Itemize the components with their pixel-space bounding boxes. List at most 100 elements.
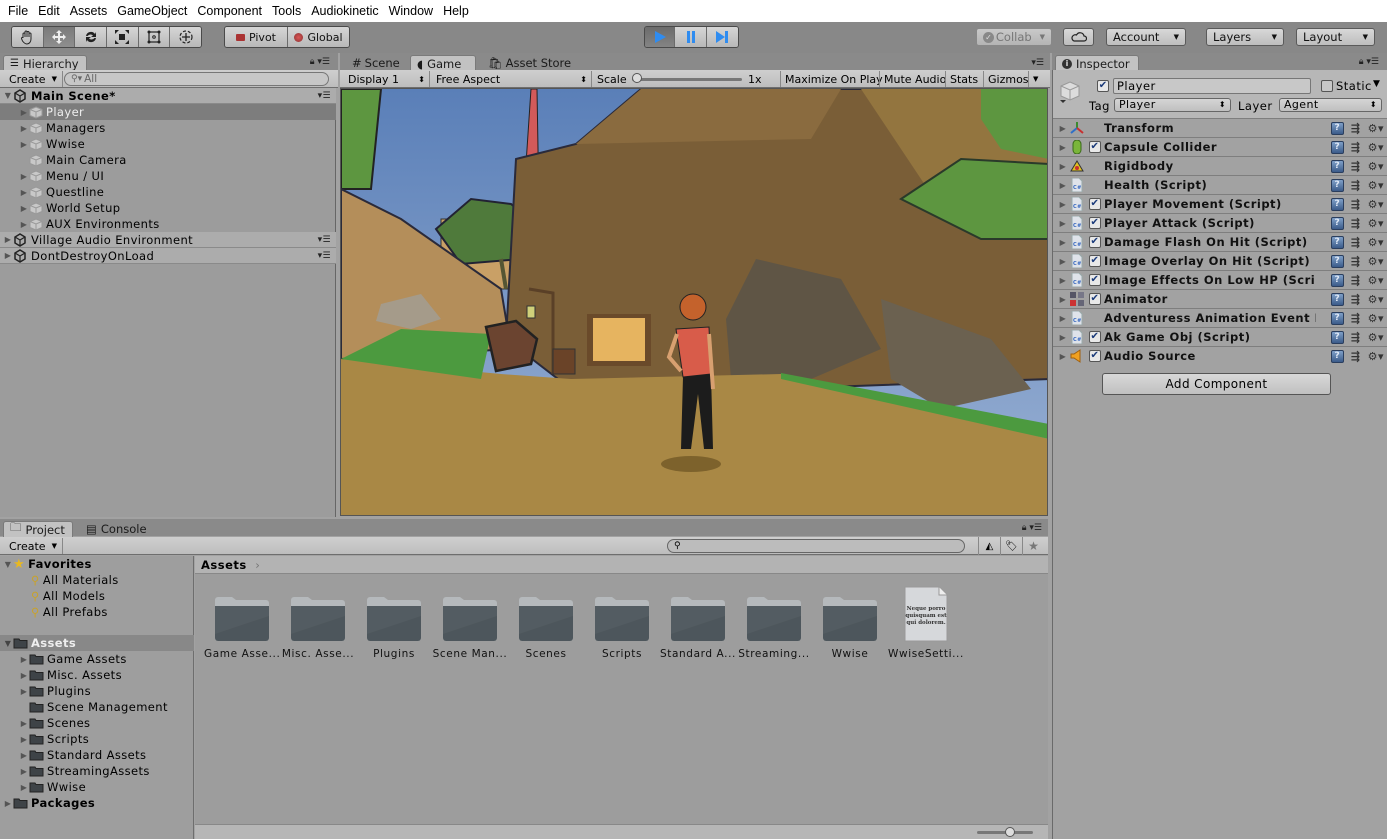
gear-icon[interactable]: ⚙▾ xyxy=(1368,274,1384,287)
assets-root-folder[interactable]: ▼ Assets xyxy=(0,635,194,651)
menu-window[interactable]: Window xyxy=(384,4,438,18)
help-book-icon[interactable]: ? xyxy=(1330,121,1344,135)
add-component-button[interactable]: Add Component xyxy=(1102,373,1331,395)
asset-folder-tile[interactable]: Standard A... xyxy=(660,586,736,660)
gear-icon[interactable]: ⚙▾ xyxy=(1368,255,1384,268)
tab-project[interactable]: 🗀 Project xyxy=(3,520,73,537)
move-tool-button[interactable] xyxy=(43,27,76,47)
pivot-toggle[interactable]: Pivot xyxy=(225,27,288,47)
display-dropdown[interactable]: Display 1 ⬍ xyxy=(344,71,430,87)
play-button[interactable] xyxy=(645,27,676,47)
hierarchy-item-menu-ui[interactable]: ▶ Menu / UI xyxy=(0,168,336,184)
menu-audiokinetic[interactable]: Audiokinetic xyxy=(306,4,383,18)
expand-arrow-icon[interactable]: ▶ xyxy=(3,251,13,260)
gear-icon[interactable]: ⚙▾ xyxy=(1368,141,1384,154)
asset-folder-tile[interactable]: Wwise xyxy=(812,586,888,660)
preset-sliders-icon[interactable]: ⇶ xyxy=(1351,236,1361,249)
asset-folder-tile[interactable]: Scripts xyxy=(584,586,660,660)
help-book-icon[interactable]: ? xyxy=(1330,330,1344,344)
hierarchy-item-questline[interactable]: ▶ Questline xyxy=(0,184,336,200)
expand-arrow-icon[interactable]: ▶ xyxy=(1057,219,1069,228)
object-active-checkbox[interactable]: ✔ xyxy=(1097,80,1109,92)
scene-dontdestroyonload[interactable]: ▶ DontDestroyOnLoad ▾☰ xyxy=(0,248,336,264)
expand-arrow-icon[interactable]: ▼ xyxy=(3,639,13,648)
preset-sliders-icon[interactable]: ⇶ xyxy=(1351,122,1361,135)
tab-asset-store[interactable]: 🛍︎ Asset Store xyxy=(482,55,577,71)
component-enabled-checkbox[interactable]: ✔ xyxy=(1089,331,1101,343)
gear-icon[interactable]: ⚙▾ xyxy=(1368,198,1384,211)
component-enabled-checkbox[interactable]: ✔ xyxy=(1089,293,1101,305)
scene-menu-icon[interactable]: ▾☰ xyxy=(318,251,331,261)
mute-audio-toggle[interactable]: Mute Audio xyxy=(879,71,950,87)
expand-arrow-icon[interactable]: ▶ xyxy=(19,783,29,792)
panel-lock-icon[interactable]: 🔒︎ ▾☰ xyxy=(1359,57,1379,67)
expand-arrow-icon[interactable]: ▶ xyxy=(1057,238,1069,247)
favorite-item[interactable]: ⚲ All Prefabs xyxy=(0,604,194,620)
layout-dropdown[interactable]: Layout ▼ xyxy=(1296,28,1375,46)
help-book-icon[interactable]: ? xyxy=(1330,178,1344,192)
expand-arrow-icon[interactable]: ▶ xyxy=(1057,257,1069,266)
menu-assets[interactable]: Assets xyxy=(65,4,113,18)
help-book-icon[interactable]: ? xyxy=(1330,292,1344,306)
component-header[interactable]: ▶ C# Health (Script)? ⇶ ⚙▾ xyxy=(1053,175,1387,194)
asset-folder-item[interactable]: ▶ Misc. Assets xyxy=(0,667,194,683)
gear-icon[interactable]: ⚙▾ xyxy=(1368,350,1384,363)
expand-arrow-icon[interactable]: ▶ xyxy=(19,687,29,696)
gear-icon[interactable]: ⚙▾ xyxy=(1368,179,1384,192)
hierarchy-create-button[interactable]: Create ▼ xyxy=(4,71,63,87)
account-dropdown[interactable]: Account ▼ xyxy=(1106,28,1186,46)
menu-gameobject[interactable]: GameObject xyxy=(112,4,192,18)
expand-arrow-icon[interactable]: ▶ xyxy=(1057,352,1069,361)
expand-arrow-icon[interactable]: ▶ xyxy=(19,671,29,680)
asset-folder-item[interactable]: ▶ Standard Assets xyxy=(0,747,194,763)
expand-arrow-icon[interactable]: ▶ xyxy=(1057,162,1069,171)
hierarchy-item-main-camera[interactable]: Main Camera xyxy=(0,152,336,168)
global-toggle[interactable]: Global xyxy=(287,27,349,47)
component-header[interactable]: ▶ Transform? ⇶ ⚙▾ xyxy=(1053,118,1387,137)
preset-sliders-icon[interactable]: ⇶ xyxy=(1351,255,1361,268)
hierarchy-search-input[interactable]: ⚲▾ All xyxy=(64,72,329,86)
expand-arrow-icon[interactable]: ▶ xyxy=(3,799,13,808)
panel-lock-icon[interactable]: 🔒︎ ▾☰ xyxy=(1022,523,1042,533)
component-enabled-checkbox[interactable]: ✔ xyxy=(1089,141,1101,153)
component-header[interactable]: ▶ ✔ Capsule Collider? ⇶ ⚙▾ xyxy=(1053,137,1387,156)
breadcrumb-assets[interactable]: Assets xyxy=(201,558,247,572)
preset-sliders-icon[interactable]: ⇶ xyxy=(1351,350,1361,363)
gameobject-large-icon[interactable] xyxy=(1059,80,1081,104)
component-header[interactable]: ▶ C# Adventuress Animation Event Ha? ⇶ ⚙▾ xyxy=(1053,308,1387,327)
expand-arrow-icon[interactable]: ▶ xyxy=(19,172,29,181)
expand-arrow-icon[interactable]: ▶ xyxy=(19,655,29,664)
expand-arrow-icon[interactable]: ▶ xyxy=(19,719,29,728)
component-header[interactable]: ▶ ✔ Audio Source? ⇶ ⚙▾ xyxy=(1053,346,1387,365)
component-header[interactable]: ▶ C# ✔ Image Overlay On Hit (Script)? ⇶ ⚙▾ xyxy=(1053,251,1387,270)
asset-folder-tile[interactable]: Streaming... xyxy=(736,586,812,660)
hand-tool-button[interactable] xyxy=(12,27,44,47)
component-enabled-checkbox[interactable]: ✔ xyxy=(1089,236,1101,248)
expand-arrow-icon[interactable]: ▶ xyxy=(1057,200,1069,209)
static-checkbox[interactable] xyxy=(1321,80,1333,92)
component-enabled-checkbox[interactable]: ✔ xyxy=(1089,255,1101,267)
help-book-icon[interactable]: ? xyxy=(1330,235,1344,249)
asset-folder-tile[interactable]: Scenes xyxy=(508,586,584,660)
expand-arrow-icon[interactable]: ▶ xyxy=(1057,333,1069,342)
expand-arrow-icon[interactable]: ▶ xyxy=(3,235,13,244)
layer-dropdown[interactable]: Agent ⬍ xyxy=(1279,98,1382,112)
asset-folder-item[interactable]: ▶ Plugins xyxy=(0,683,194,699)
help-book-icon[interactable]: ? xyxy=(1330,349,1344,363)
transform-tool-button[interactable] xyxy=(170,27,201,47)
preset-sliders-icon[interactable]: ⇶ xyxy=(1351,179,1361,192)
scene-menu-icon[interactable]: ▾☰ xyxy=(318,91,331,101)
maximize-on-play-toggle[interactable]: Maximize On Play xyxy=(780,71,887,87)
scale-slider-thumb[interactable] xyxy=(632,73,642,83)
stats-toggle[interactable]: Stats xyxy=(945,71,982,87)
component-header[interactable]: ▶ C# ✔ Image Effects On Low HP (Script? ⇶ ⚙▾ xyxy=(1053,270,1387,289)
static-dropdown-icon[interactable]: ▼ xyxy=(1373,79,1380,89)
expand-arrow-icon[interactable]: ▶ xyxy=(1057,295,1069,304)
help-book-icon[interactable]: ? xyxy=(1330,140,1344,154)
gear-icon[interactable]: ⚙▾ xyxy=(1368,312,1384,325)
tab-console[interactable]: ▤ Console xyxy=(80,521,153,537)
expand-arrow-icon[interactable]: ▶ xyxy=(1057,276,1069,285)
panel-menu-icon[interactable]: ▾☰ xyxy=(1031,58,1044,68)
asset-folder-tile[interactable]: Plugins xyxy=(356,586,432,660)
asset-folder-item[interactable]: Scene Management xyxy=(0,699,194,715)
